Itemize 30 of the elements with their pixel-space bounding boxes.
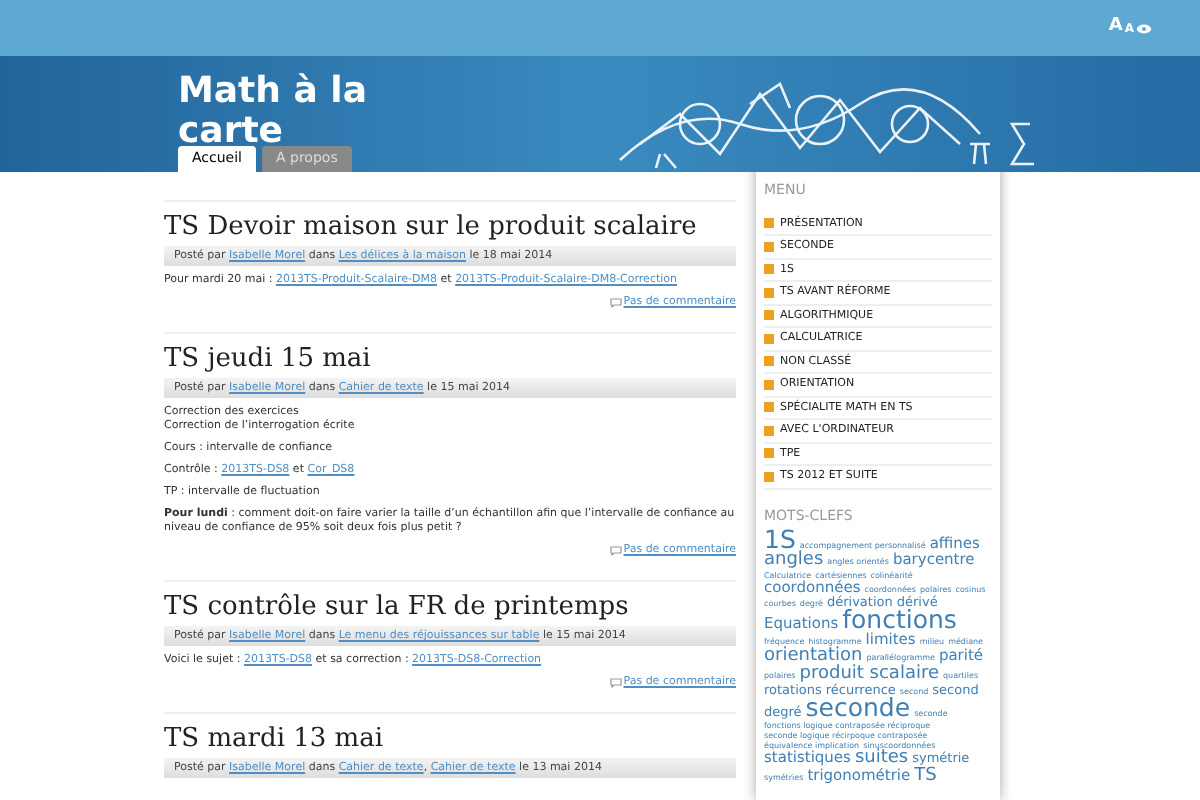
- bullet-icon: [764, 379, 774, 390]
- bullet-icon: [764, 264, 774, 275]
- bullet-icon: [764, 402, 774, 413]
- tag-link[interactable]: angles: [764, 552, 824, 570]
- bullet-icon: [764, 333, 774, 344]
- tag-link[interactable]: fonctions: [842, 610, 957, 630]
- bullet-icon: [764, 241, 774, 252]
- bullet-icon: [764, 425, 774, 436]
- tag-link[interactable]: orientation: [764, 648, 863, 666]
- bullet-icon: [764, 356, 774, 367]
- post-title[interactable]: TS jeudi 15 mai: [164, 346, 736, 374]
- bullet-icon: [764, 471, 774, 482]
- tag-link[interactable]: seconde: [805, 698, 911, 718]
- tag-link[interactable]: produit scalaire: [799, 666, 940, 684]
- eye-icon[interactable]: [1136, 23, 1152, 33]
- bullet-icon: [764, 218, 774, 229]
- tag-link[interactable]: 1S: [764, 530, 796, 550]
- bullet-icon: [764, 448, 774, 459]
- comment-icon: [609, 298, 622, 308]
- post-title[interactable]: TS Devoir maison sur le produit scalaire: [164, 214, 736, 242]
- comment-icon: [609, 678, 622, 688]
- bullet-icon: [764, 287, 774, 298]
- post-title[interactable]: TS mardi 13 mai: [164, 726, 736, 754]
- tag-link[interactable]: suites: [854, 750, 909, 768]
- site-title: Math à la carte: [178, 72, 369, 152]
- tag-link[interactable]: TS: [914, 768, 937, 786]
- post-title[interactable]: TS contrôle sur la FR de printemps: [164, 594, 736, 622]
- font-size-toggle[interactable]: A: [1108, 14, 1123, 42]
- comment-icon: [609, 546, 622, 556]
- bullet-icon: [764, 310, 774, 321]
